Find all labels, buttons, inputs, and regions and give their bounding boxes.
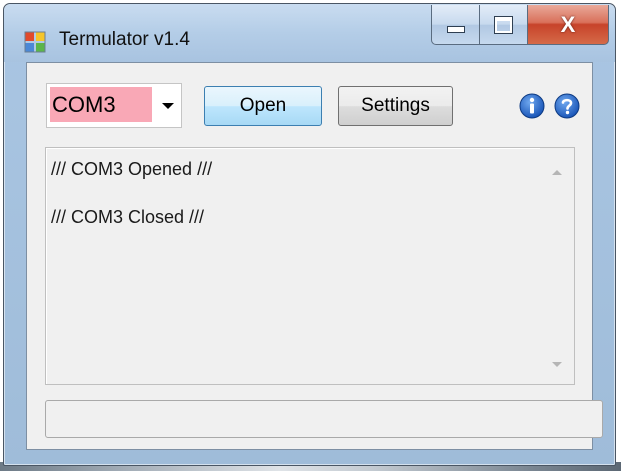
maximize-button[interactable] — [479, 5, 527, 45]
info-icon[interactable] — [519, 93, 545, 119]
scroll-up-arrow-icon[interactable] — [552, 170, 562, 175]
scroll-down-arrow-icon[interactable] — [552, 362, 562, 367]
minimize-button[interactable] — [431, 5, 479, 45]
app-window: Termulator v1.4 X COM3 Open Settings ///… — [3, 3, 616, 466]
title-bar[interactable]: Termulator v1.4 X — [4, 4, 615, 62]
open-button[interactable]: Open — [204, 86, 322, 126]
client-area: COM3 Open Settings /// COM3 Opened /// /… — [26, 62, 603, 450]
close-icon: X — [560, 11, 576, 37]
app-icon — [24, 31, 46, 53]
log-line: /// COM3 Opened /// — [51, 159, 213, 179]
log-line-blank — [51, 181, 534, 205]
log-lines: /// COM3 Opened /// /// COM3 Closed /// — [51, 157, 534, 229]
chevron-down-icon[interactable] — [162, 103, 174, 109]
port-select-value: COM3 — [50, 87, 152, 122]
port-select[interactable]: COM3 — [46, 83, 182, 128]
maximize-icon — [494, 15, 513, 34]
output-log[interactable]: /// COM3 Opened /// /// COM3 Closed /// — [45, 147, 575, 385]
command-input[interactable] — [46, 401, 602, 437]
settings-button[interactable]: Settings — [338, 86, 453, 126]
log-scrollbar[interactable] — [540, 148, 574, 384]
caption-buttons: X — [431, 5, 609, 45]
help-icon[interactable] — [554, 93, 580, 119]
minimize-icon — [446, 26, 465, 33]
log-line: /// COM3 Closed /// — [51, 207, 205, 227]
close-button[interactable]: X — [527, 5, 609, 45]
window-title: Termulator v1.4 — [59, 29, 190, 50]
command-input-box[interactable] — [45, 400, 603, 438]
